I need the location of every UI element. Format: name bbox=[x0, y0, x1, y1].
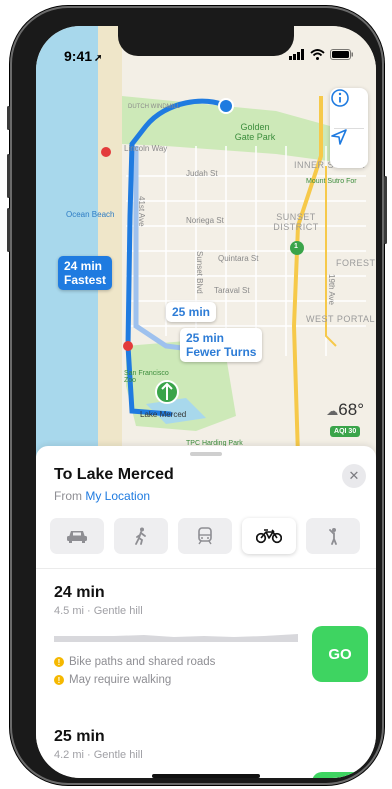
bicycle-icon bbox=[256, 529, 282, 544]
mode-car-button[interactable] bbox=[50, 518, 104, 554]
map-label-judah: Judah St bbox=[186, 169, 218, 178]
map-label-sunset-blvd: Sunset Blvd bbox=[195, 251, 204, 294]
aqi-badge: AQI 30 bbox=[330, 426, 361, 437]
map-label-41st-ave: 41st Ave bbox=[137, 196, 146, 227]
battery-icon bbox=[330, 49, 353, 60]
mode-cycle-button[interactable] bbox=[242, 518, 296, 554]
location-services-icon: ➚ bbox=[94, 53, 103, 64]
hwy-1-shield-label: 1 bbox=[294, 243, 298, 250]
locate-me-button[interactable] bbox=[330, 128, 368, 168]
volume-up-button bbox=[7, 154, 10, 198]
notch bbox=[118, 26, 294, 56]
route-1-note-1-text: Bike paths and shared roads bbox=[69, 656, 216, 668]
map-label-sunset-district: SUNSET DISTRICT bbox=[273, 212, 319, 232]
volume-down-button bbox=[7, 208, 10, 252]
route-1-note-2: ! May require walking bbox=[54, 674, 171, 686]
close-button[interactable]: ✕ bbox=[342, 464, 366, 488]
cellular-signal-icon bbox=[289, 49, 304, 60]
status-bar: 9:41 ➚ bbox=[36, 26, 376, 70]
map-canvas bbox=[36, 26, 376, 456]
map-controls bbox=[330, 88, 368, 168]
alt-route-1-time: 25 min bbox=[172, 305, 211, 319]
close-icon: ✕ bbox=[348, 468, 360, 483]
alt-route-callout-2[interactable]: 25 min Fewer Turns bbox=[180, 328, 263, 362]
route-option-2[interactable]: 25 min 4.2 mi · Gentle hill bbox=[54, 728, 364, 778]
elevation-graph bbox=[54, 634, 298, 642]
warning-icon: ! bbox=[54, 657, 64, 667]
sheet-divider bbox=[36, 568, 376, 569]
route-1-details: 4.5 mi · Gentle hill bbox=[54, 605, 143, 617]
location-arrow-icon bbox=[331, 129, 347, 145]
mute-switch bbox=[7, 106, 10, 130]
destination-title: To Lake Merced bbox=[54, 466, 174, 483]
map-label-noriega: Noriega St bbox=[186, 216, 224, 225]
map-label-golden-gate-park: Golden Gate Park bbox=[234, 122, 276, 142]
map-label-ocean-beach: Ocean Beach bbox=[66, 210, 115, 219]
weather-temp-row: ☁68° bbox=[326, 400, 364, 420]
status-time: 9:41 ➚ bbox=[64, 48, 102, 64]
fastest-route-label: Fastest bbox=[64, 273, 107, 287]
map-label-west-portal: WEST PORTAL bbox=[306, 314, 376, 324]
route-1-note-2-text: May require walking bbox=[69, 674, 172, 686]
from-line: From My Location bbox=[54, 489, 150, 503]
home-indicator[interactable] bbox=[152, 774, 260, 778]
sheet-grabber[interactable] bbox=[190, 452, 222, 456]
map-label-19th-ave: 19th Ave bbox=[327, 274, 336, 305]
fastest-route-callout[interactable]: 24 min Fastest bbox=[58, 256, 113, 290]
route-1-note-1: ! Bike paths and shared roads bbox=[54, 656, 215, 668]
map-label-lincoln-way: Lincoln Way bbox=[124, 144, 168, 153]
directions-sheet: To Lake Merced From My Location ✕ 24 min… bbox=[36, 446, 376, 778]
status-icons bbox=[289, 49, 354, 60]
map-label-forest: FOREST bbox=[336, 258, 376, 268]
route-2-details: 4.2 mi · Gentle hill bbox=[54, 749, 143, 761]
map-label-sf-zoo: San Francisco Zoo bbox=[124, 370, 169, 384]
weather-temp: 68° bbox=[338, 400, 364, 419]
map-label-mount-sutro: Mount Sutro For bbox=[306, 178, 357, 185]
route-2-time: 25 min bbox=[54, 728, 105, 745]
from-prefix: From bbox=[54, 489, 82, 503]
transport-mode-selector bbox=[50, 518, 362, 554]
rideshare-person-icon bbox=[329, 528, 337, 545]
map-label-quintara: Quintara St bbox=[218, 254, 259, 263]
alt-route-callout-1[interactable]: 25 min bbox=[166, 302, 217, 322]
mode-transit-button[interactable] bbox=[178, 518, 232, 554]
map-label-taraval: Taraval St bbox=[214, 286, 250, 295]
cloud-icon: ☁ bbox=[326, 404, 339, 418]
phone-frame: DUTCH WINDMILL Lincoln Way Judah St INNE… bbox=[7, 6, 387, 785]
route-1-time: 24 min bbox=[54, 584, 105, 601]
walking-icon bbox=[135, 527, 146, 545]
alt-route-2-label: Fewer Turns bbox=[186, 345, 257, 359]
status-time-text: 9:41 bbox=[64, 48, 93, 64]
transit-icon bbox=[198, 527, 212, 545]
map-label-lake-merced: Lake Merced bbox=[140, 410, 187, 419]
alt-route-2-time: 25 min bbox=[186, 331, 225, 345]
screen: DUTCH WINDMILL Lincoln Way Judah St INNE… bbox=[36, 26, 376, 778]
map-label-dutch-windmill: DUTCH WINDMILL bbox=[128, 104, 180, 110]
go-button-route-1[interactable]: GO bbox=[312, 626, 368, 682]
info-icon bbox=[331, 89, 349, 107]
from-location-link[interactable]: My Location bbox=[85, 489, 150, 503]
go-button-route-2[interactable]: GO bbox=[312, 772, 368, 778]
mode-rideshare-button[interactable] bbox=[306, 518, 360, 554]
fastest-route-time: 24 min bbox=[64, 259, 103, 273]
wifi-icon bbox=[310, 49, 325, 60]
power-button bbox=[384, 176, 387, 244]
mode-walk-button[interactable] bbox=[114, 518, 168, 554]
weather-widget: ☁68° AQI 30 bbox=[326, 400, 364, 438]
car-icon bbox=[67, 531, 87, 543]
info-button[interactable] bbox=[330, 88, 368, 128]
warning-icon: ! bbox=[54, 675, 64, 685]
map-view[interactable]: DUTCH WINDMILL Lincoln Way Judah St INNE… bbox=[36, 26, 376, 456]
